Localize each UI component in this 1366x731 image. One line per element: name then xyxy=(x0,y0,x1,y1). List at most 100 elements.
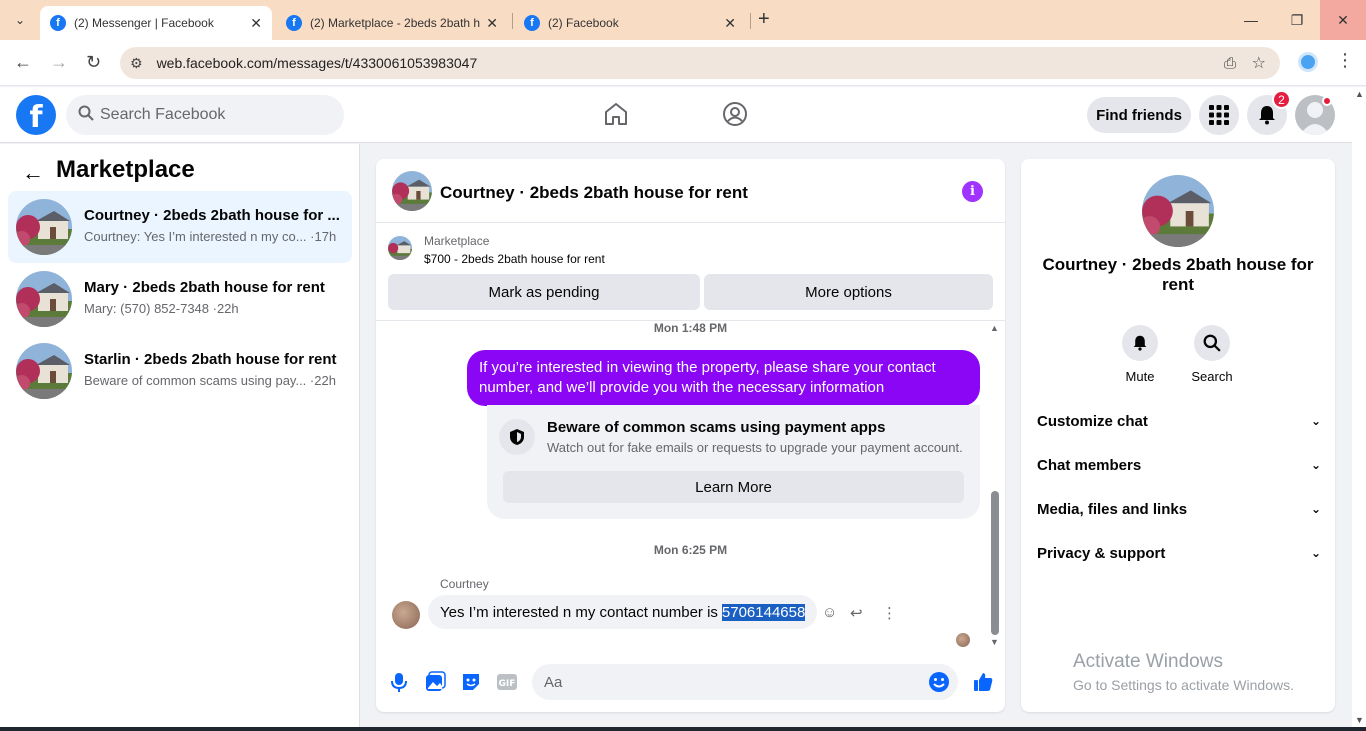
reply-icon[interactable]: ↩ xyxy=(850,604,863,622)
extension-icon[interactable] xyxy=(1298,52,1318,72)
timestamp: Mon 1:48 PM xyxy=(653,321,728,335)
shield-icon xyxy=(499,419,535,455)
marketplace-label: Marketplace xyxy=(424,234,490,248)
outgoing-message[interactable]: If you’re interested in viewing the prop… xyxy=(467,350,980,406)
scroll-down-arrow-icon[interactable]: ▼ xyxy=(1355,715,1364,725)
close-tab-icon[interactable]: ✕ xyxy=(486,15,498,32)
details-name: Courtney · 2beds 2bath house for rent xyxy=(1042,255,1314,294)
scroll-down-arrow-icon[interactable]: ▼ xyxy=(990,637,999,647)
browser-menu-icon[interactable]: ⋮ xyxy=(1336,50,1354,71)
message-input[interactable] xyxy=(544,673,904,691)
install-app-icon[interactable]: ⎙ xyxy=(1224,55,1236,72)
conversation-item-mary[interactable]: Mary · 2beds 2bath house for rent Mary: … xyxy=(8,263,352,335)
message-input-box[interactable] xyxy=(532,664,958,700)
conversation-details-panel: Courtney · 2beds 2bath house for rent Mu… xyxy=(1021,159,1335,712)
more-options-button[interactable]: More options xyxy=(704,274,993,310)
restore-button[interactable]: ❐ xyxy=(1274,0,1320,40)
facebook-favicon-icon: f xyxy=(524,15,540,31)
media-files-links-section[interactable]: Media, files and links ⌄ xyxy=(1037,499,1321,519)
like-thumb-icon[interactable] xyxy=(972,671,994,693)
profile-alert-dot xyxy=(1322,96,1332,106)
new-tab-button[interactable]: + xyxy=(758,8,770,31)
browser-tab-bar: ⌄ f (2) Messenger | Facebook ✕ f (2) Mar… xyxy=(0,0,1366,40)
bell-icon xyxy=(1122,325,1158,361)
timestamp: Mon 6:25 PM xyxy=(653,543,728,557)
search-conversation-button[interactable]: Search xyxy=(1182,325,1242,384)
notification-badge: 2 xyxy=(1272,90,1291,109)
site-info-icon[interactable]: ⚙ xyxy=(130,55,143,72)
tab-title: (2) Messenger | Facebook xyxy=(74,16,214,30)
more-actions-icon[interactable]: ⋮ xyxy=(882,604,897,622)
incoming-message[interactable]: Yes I’m interested n my contact number i… xyxy=(428,595,818,629)
close-window-button[interactable]: ✕ xyxy=(1320,0,1366,40)
tab-messenger[interactable]: f (2) Messenger | Facebook ✕ xyxy=(40,6,272,40)
listing-thumbnail[interactable] xyxy=(388,236,412,260)
back-arrow-icon[interactable]: ← xyxy=(22,160,44,186)
house-thumbnail xyxy=(16,343,72,399)
search-label: Search xyxy=(1191,369,1233,384)
address-bar-row: ← → ↻ ⚙ web.facebook.com/messages/t/4330… xyxy=(0,40,1366,86)
photo-icon[interactable] xyxy=(424,671,446,693)
section-label: Privacy & support xyxy=(1037,544,1166,562)
section-label: Chat members xyxy=(1037,456,1142,474)
tab-search-button[interactable]: ⌄ xyxy=(8,8,32,32)
omnibox[interactable]: ⚙ web.facebook.com/messages/t/4330061053… xyxy=(120,47,1280,79)
forward-icon[interactable]: → xyxy=(50,52,68,73)
scroll-up-arrow-icon[interactable]: ▲ xyxy=(990,323,999,333)
scroll-up-arrow-icon[interactable]: ▲ xyxy=(1355,89,1364,99)
groups-icon[interactable] xyxy=(722,101,748,127)
bookmark-star-icon[interactable]: ☆ xyxy=(1252,53,1266,73)
chat-members-section[interactable]: Chat members ⌄ xyxy=(1037,455,1321,475)
info-icon[interactable]: i xyxy=(962,181,983,202)
conversation-item-starlin[interactable]: Starlin · 2beds 2bath house for rent Bew… xyxy=(8,335,352,407)
back-icon[interactable]: ← xyxy=(14,52,32,73)
tab-marketplace[interactable]: f (2) Marketplace - 2beds 2bath h ✕ xyxy=(276,6,508,40)
grid-icon xyxy=(1209,105,1229,125)
home-icon[interactable] xyxy=(603,101,629,127)
windows-taskbar-edge xyxy=(0,727,1366,731)
chat-scrollbar-thumb[interactable] xyxy=(991,491,999,635)
minimize-button[interactable]: — xyxy=(1228,0,1274,40)
seen-receipt-avatar xyxy=(956,633,970,647)
close-tab-icon[interactable]: ✕ xyxy=(724,15,736,32)
facebook-favicon-icon: f xyxy=(50,15,66,31)
facebook-logo-icon[interactable]: f xyxy=(16,95,56,135)
gif-icon[interactable]: GIF xyxy=(496,671,518,693)
find-friends-button[interactable]: Find friends xyxy=(1087,97,1191,133)
search-input[interactable] xyxy=(100,106,320,124)
facebook-header: f Find friends 2 xyxy=(0,87,1352,143)
conversation-item-courtney[interactable]: Courtney · 2beds 2bath house for ... Cou… xyxy=(8,191,352,263)
learn-more-button[interactable]: Learn More xyxy=(503,471,964,503)
sender-avatar[interactable] xyxy=(392,601,420,629)
selected-phone-number[interactable]: 5706144658 xyxy=(721,603,806,621)
privacy-support-section[interactable]: Privacy & support ⌄ xyxy=(1037,543,1321,563)
scam-warning-text: Watch out for fake emails or requests to… xyxy=(547,440,963,455)
chat-title[interactable]: Courtney · 2beds 2bath house for rent xyxy=(440,183,748,203)
search-icon xyxy=(1194,325,1230,361)
chevron-down-icon: ⌄ xyxy=(1310,414,1321,428)
page-scrollbar[interactable]: ▲ ▼ xyxy=(1352,87,1366,731)
mark-as-pending-button[interactable]: Mark as pending xyxy=(388,274,700,310)
facebook-search[interactable] xyxy=(66,95,344,135)
sticker-icon[interactable] xyxy=(460,671,482,693)
message-composer: GIF xyxy=(376,659,1005,707)
watermark-subtitle: Go to Settings to activate Windows. xyxy=(1073,677,1294,693)
tab-facebook[interactable]: f (2) Facebook ✕ xyxy=(514,6,746,40)
facebook-favicon-icon: f xyxy=(286,15,302,31)
message-thread: Mon 1:48 PM If you’re interested in view… xyxy=(376,321,1005,651)
chat-avatar[interactable] xyxy=(392,171,432,211)
chat-panel: Courtney · 2beds 2bath house for rent i … xyxy=(376,159,1005,712)
details-avatar[interactable] xyxy=(1142,175,1214,247)
mute-button[interactable]: Mute xyxy=(1110,325,1170,384)
close-tab-icon[interactable]: ✕ xyxy=(250,15,262,32)
listing-title[interactable]: $700 - 2beds 2bath house for rent xyxy=(424,252,605,266)
reload-icon[interactable]: ↻ xyxy=(86,52,101,73)
menu-grid-button[interactable] xyxy=(1199,95,1239,135)
url-text[interactable]: web.facebook.com/messages/t/433006105398… xyxy=(157,55,478,71)
house-thumbnail xyxy=(16,271,72,327)
emoji-icon[interactable] xyxy=(928,671,950,693)
conversation-name: Starlin · 2beds 2bath house for rent xyxy=(84,351,337,368)
microphone-icon[interactable] xyxy=(388,671,410,693)
customize-chat-section[interactable]: Customize chat ⌄ xyxy=(1037,411,1321,431)
react-emoji-icon[interactable]: ☺ xyxy=(822,604,837,621)
